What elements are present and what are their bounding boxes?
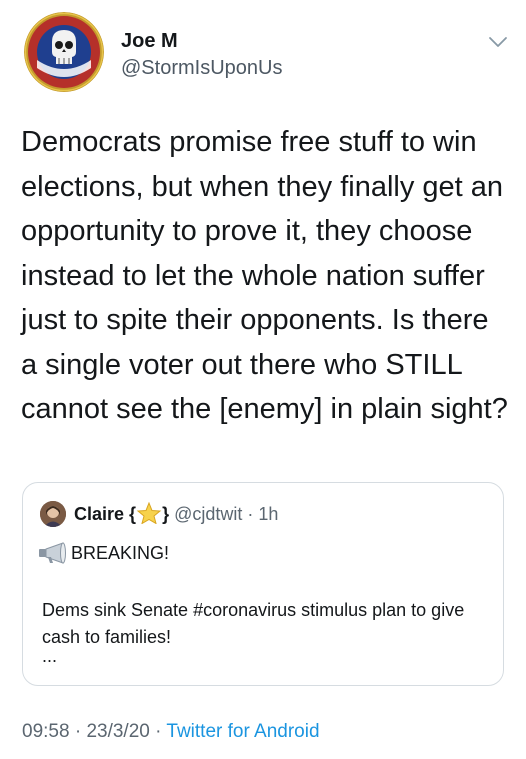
tweet-text: Democrats promise free stuff to win elec… [21,126,508,425]
quoted-author-handle[interactable]: @cjdtwit [174,504,242,524]
quoted-timestamp[interactable]: 1h [258,504,278,524]
chevron-down-icon [489,37,507,47]
tweet-metadata: 09:58 · 23/3/20 · Twitter for Android [22,720,320,744]
author-name[interactable]: Joe M [121,29,178,53]
tweet-date[interactable]: 23/3/20 [86,721,149,742]
author-handle[interactable]: @StormIsUponUs [121,56,282,80]
tweet-source-link[interactable]: Twitter for Android [166,721,319,742]
separator-dot: · [74,721,82,742]
quoted-ellipsis: ... [42,646,58,666]
quoted-text: Dems sink Senate #coronavirus stimulus p… [42,600,465,647]
tweet: Joe M @StormIsUponUs Democrats promise f… [0,0,526,759]
skull-seal-icon [24,12,104,92]
separator-dot: · [247,504,254,524]
quoted-breaking-line: BREAKING! [37,541,169,565]
quoted-author-name[interactable]: Claire [74,504,124,524]
more-options-button[interactable] [487,34,509,50]
quoted-avatar[interactable] [40,501,66,527]
portrait-icon [40,501,66,527]
star-emoji-icon [136,501,162,525]
author-avatar[interactable] [24,12,104,92]
brace-open: { [129,504,137,524]
brace-close: } [162,504,170,524]
megaphone-emoji-icon [37,542,71,564]
quoted-tweet[interactable]: Claire {} @cjdtwit · 1h BREAKING! Dems s… [22,482,504,686]
breaking-label: BREAKING! [71,543,170,563]
quoted-header: Claire {} @cjdtwit · 1h [74,501,278,526]
tweet-time[interactable]: 09:58 [22,721,70,742]
separator-dot: · [155,721,162,742]
